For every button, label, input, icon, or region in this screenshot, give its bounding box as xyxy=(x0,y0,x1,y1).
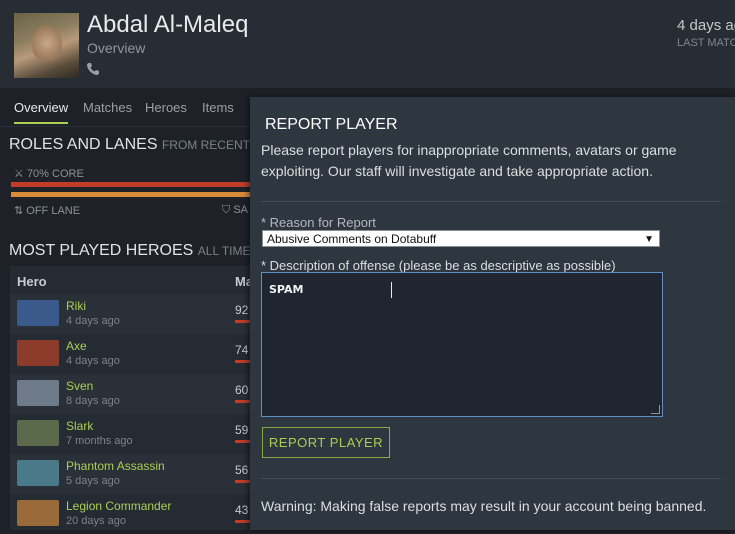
core-bar xyxy=(11,182,251,187)
phone-icon[interactable] xyxy=(86,62,100,76)
hero-matches: 60 xyxy=(235,383,249,397)
hero-matches: 74 xyxy=(235,343,249,357)
lane-arrows-icon: ⇅ xyxy=(14,205,24,217)
modal-title: REPORT PLAYER xyxy=(265,116,398,133)
offense-label: * Description of offense (please be as d… xyxy=(261,258,616,273)
avatar[interactable] xyxy=(14,13,79,78)
hero-matches-bar xyxy=(235,480,250,483)
player-name: Abdal Al-Maleq xyxy=(87,11,249,38)
heroes-subtitle: ALL TIME xyxy=(197,244,251,258)
hero-portrait-icon[interactable] xyxy=(17,460,59,486)
offense-description-textarea[interactable]: SPAM xyxy=(261,272,663,417)
core-percentage: ⚔ 70% CORE xyxy=(14,167,84,180)
support-bar xyxy=(11,192,251,197)
table-row[interactable]: Slark 7 months ago 59 xyxy=(10,414,250,454)
hero-last-played: 20 days ago xyxy=(66,515,126,527)
hero-matches: 43 xyxy=(235,503,249,517)
hero-portrait-icon[interactable] xyxy=(17,380,59,406)
lane-label-text: OFF LANE xyxy=(26,205,81,217)
lane-label: ⇅ OFF LANE xyxy=(14,204,80,217)
hero-portrait-icon[interactable] xyxy=(17,340,59,366)
col-hero[interactable]: Hero xyxy=(17,274,47,289)
hero-last-played: 5 days ago xyxy=(66,475,120,487)
hero-matches-bar xyxy=(235,320,250,323)
tab-heroes[interactable]: Heroes xyxy=(145,100,187,115)
reason-label: * Reason for Report xyxy=(261,215,376,230)
divider xyxy=(261,201,721,202)
lane-label-2-text: SA xyxy=(233,204,248,216)
roles-section-title: ROLES AND LANES FROM RECENTLY A xyxy=(9,136,274,154)
hero-matches-bar xyxy=(235,400,250,403)
chevron-down-icon: ▼ xyxy=(644,234,654,245)
hero-name[interactable]: Riki xyxy=(66,299,86,313)
hero-name[interactable]: Axe xyxy=(66,339,87,353)
hero-name[interactable]: Legion Commander xyxy=(66,499,171,513)
heroes-table: Hero Ma Riki 4 days ago 92 Axe 4 days ag… xyxy=(10,266,253,530)
table-row[interactable]: Legion Commander 20 days ago 43 xyxy=(10,494,250,534)
tab-matches[interactable]: Matches xyxy=(83,100,132,115)
shield-icon: ⛉ xyxy=(222,204,231,216)
hero-portrait-icon[interactable] xyxy=(17,420,59,446)
hero-matches: 56 xyxy=(235,463,249,477)
text-caret xyxy=(391,282,392,298)
sword-icon: ⚔ xyxy=(14,168,24,180)
hero-last-played: 7 months ago xyxy=(66,435,133,447)
divider xyxy=(261,478,721,479)
profile-subtitle: Overview xyxy=(87,40,146,56)
modal-description: Please report players for inappropriate … xyxy=(261,142,677,179)
tab-overview[interactable]: Overview xyxy=(14,100,69,124)
warning-text: Warning: Making false reports may result… xyxy=(261,498,707,514)
core-label-text: 70% CORE xyxy=(26,168,84,180)
profile-header: Abdal Al-Maleq Overview 4 days ag LAST M… xyxy=(0,0,735,88)
hero-name[interactable]: Sven xyxy=(66,379,93,393)
table-row[interactable]: Sven 8 days ago 60 xyxy=(10,374,250,414)
last-match-label: LAST MATC xyxy=(677,37,735,49)
heroes-title: MOST PLAYED HEROES xyxy=(9,242,194,259)
roles-title: ROLES AND LANES xyxy=(9,136,158,153)
report-player-button[interactable]: REPORT PLAYER xyxy=(262,427,390,458)
table-row[interactable]: Phantom Assassin 5 days ago 56 xyxy=(10,454,250,494)
hero-matches-bar xyxy=(235,360,250,363)
lane-label-2: ⛉ SA xyxy=(222,204,248,217)
last-match-time: 4 days ag xyxy=(677,17,735,34)
table-row[interactable]: Riki 4 days ago 92 xyxy=(10,294,250,334)
hero-portrait-icon[interactable] xyxy=(17,300,59,326)
hero-name[interactable]: Phantom Assassin xyxy=(66,459,165,473)
reason-select-value: Abusive Comments on Dotabuff xyxy=(267,232,437,246)
hero-matches: 92 xyxy=(235,303,249,317)
heroes-section-title: MOST PLAYED HEROES ALL TIME xyxy=(9,242,250,260)
hero-portrait-icon[interactable] xyxy=(17,500,59,526)
hero-last-played: 4 days ago xyxy=(66,315,120,327)
reason-select[interactable]: Abusive Comments on Dotabuff ▼ xyxy=(262,230,660,247)
hero-last-played: 4 days ago xyxy=(66,355,120,367)
offense-text: SPAM xyxy=(269,283,304,296)
hero-last-played: 8 days ago xyxy=(66,395,120,407)
hero-matches-bar xyxy=(235,520,250,523)
hero-matches: 59 xyxy=(235,423,249,437)
hero-matches-bar xyxy=(235,440,250,443)
tab-items[interactable]: Items xyxy=(202,100,234,115)
hero-name[interactable]: Slark xyxy=(66,419,93,433)
resize-handle-icon[interactable] xyxy=(651,405,660,414)
report-player-modal: REPORT PLAYER Please report players for … xyxy=(250,97,735,530)
table-row[interactable]: Axe 4 days ago 74 xyxy=(10,334,250,374)
